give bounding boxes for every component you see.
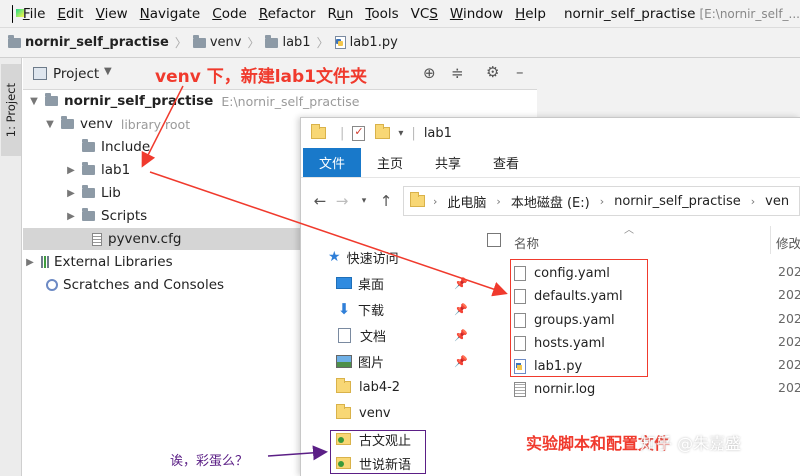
arrow-to-easter-egg [267, 445, 328, 461]
annotation-arrows [141, 85, 508, 461]
arrow-to-files [149, 171, 508, 297]
arrow-to-lab1 [141, 85, 184, 168]
